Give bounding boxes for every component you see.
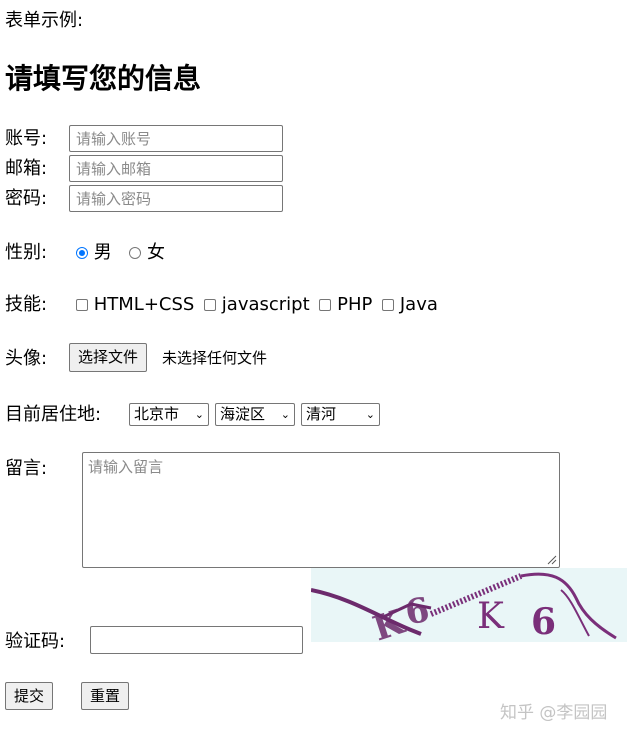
gender-female-label: 女 — [146, 242, 165, 263]
page-title: 请填写您的信息 — [5, 62, 202, 95]
area-select-value: 清河 — [306, 405, 337, 423]
city-select-value: 北京市 — [134, 405, 180, 423]
skill-checkbox-htmlcss[interactable] — [76, 299, 88, 311]
choose-file-button[interactable]: 选择文件 — [69, 343, 148, 372]
skill-checkbox-java[interactable] — [382, 299, 395, 311]
captcha-glyphs: K 6 K 6 — [368, 590, 556, 642]
password-input[interactable] — [69, 185, 283, 212]
captcha-label: 验证码: — [5, 631, 66, 652]
email-label: 邮箱: — [5, 158, 48, 179]
account-input[interactable] — [69, 125, 283, 152]
intro-text: 表单示例: — [5, 10, 84, 31]
avatar-label: 头像: — [5, 348, 48, 369]
skill-htmlcss-label: HTML+CSS — [93, 294, 195, 315]
area-select[interactable]: 清河 ⌄ — [301, 403, 380, 426]
password-label: 密码: — [5, 188, 48, 209]
skill-checkbox-php[interactable] — [319, 299, 332, 311]
resize-handle-icon[interactable] — [547, 555, 557, 565]
skill-javascript-label: javascript — [221, 294, 310, 315]
captcha-image[interactable]: K 6 K 6 — [311, 568, 627, 642]
chevron-down-icon: ⌄ — [365, 408, 375, 421]
email-input[interactable] — [69, 155, 283, 182]
gender-radio-male[interactable] — [76, 247, 88, 259]
location-label: 目前居住地: — [5, 404, 102, 425]
gender-male-label: 男 — [93, 242, 112, 263]
captcha-graphic: K 6 K 6 — [311, 572, 617, 642]
skill-java-label: Java — [399, 294, 438, 315]
skills-options: HTML+CSS javascript PHP Java — [76, 294, 438, 316]
svg-text:K: K — [477, 596, 505, 637]
city-select[interactable]: 北京市 ⌄ — [129, 403, 209, 426]
skill-checkbox-javascript[interactable] — [204, 299, 217, 311]
gender-radio-female[interactable] — [129, 247, 142, 259]
reset-button[interactable]: 重置 — [81, 682, 130, 710]
message-placeholder: 请输入留言 — [88, 458, 164, 476]
file-status-text: 未选择任何文件 — [162, 349, 268, 367]
message-label: 留言: — [5, 458, 48, 479]
chevron-down-icon: ⌄ — [194, 408, 204, 421]
message-textarea[interactable]: 请输入留言 — [82, 452, 560, 568]
submit-button[interactable]: 提交 — [5, 682, 54, 710]
district-select[interactable]: 海淀区 ⌄ — [215, 403, 295, 426]
chevron-down-icon: ⌄ — [280, 408, 290, 421]
district-select-value: 海淀区 — [220, 405, 266, 423]
account-label: 账号: — [5, 128, 48, 149]
svg-text:6: 6 — [531, 601, 556, 642]
watermark: 知乎 @李园园 — [500, 703, 608, 723]
gender-label: 性别: — [5, 242, 48, 263]
skill-php-label: PHP — [337, 294, 373, 315]
captcha-input[interactable] — [90, 626, 303, 654]
gender-options: 男 女 — [76, 242, 165, 264]
skills-label: 技能: — [5, 294, 48, 315]
